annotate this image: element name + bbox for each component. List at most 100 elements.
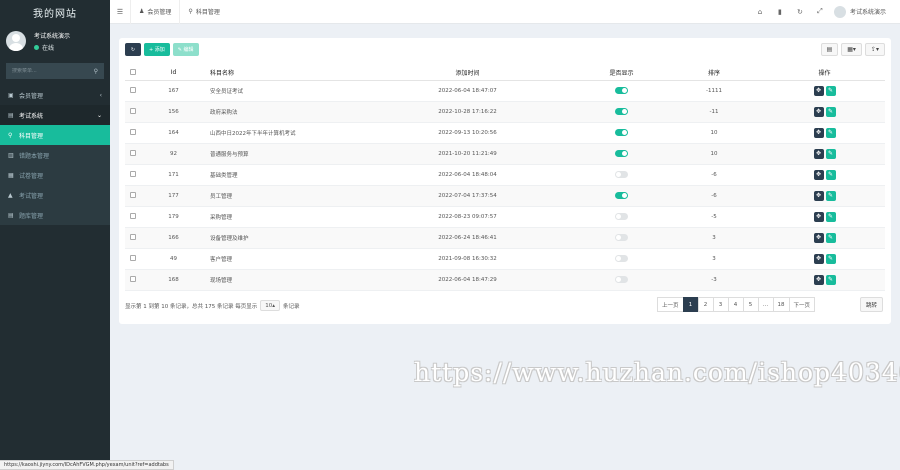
show-toggle[interactable] [615, 87, 628, 94]
drag-sort-icon[interactable]: ✥ [813, 169, 824, 180]
prev-page-button[interactable]: 上一页 [657, 297, 684, 312]
select-all-checkbox[interactable] [130, 69, 136, 76]
table-row[interactable]: 179 采购管理 2022-08-23 09:07:57 -5 ✥ ✎ [125, 206, 885, 228]
row-checkbox[interactable] [130, 213, 136, 220]
edit-icon[interactable]: ✎ [825, 85, 836, 96]
table-row[interactable]: 164 山西中日2022年下半年计算机考试 2022-09-13 10:20:56 1… [125, 122, 885, 144]
drag-sort-icon[interactable]: ✥ [813, 211, 824, 222]
map-marker-icon: ⚲ [188, 8, 193, 15]
jump-button[interactable]: 跳转 [860, 297, 884, 312]
table-row[interactable]: 177 员工管理 2022-07-04 17:37:54 -6 ✥ ✎ [125, 185, 885, 207]
edit-button[interactable]: ✎ 编辑 [172, 43, 199, 56]
edit-icon[interactable]: ✎ [825, 106, 836, 117]
table-row[interactable]: 171 基础类管理 2022-06-04 18:48:04 -6 ✥ ✎ [125, 164, 885, 186]
site-brand[interactable]: 我的网站 [0, 0, 110, 24]
table-toolbar: ↻ + 添加 ✎ 编辑 [125, 43, 199, 56]
row-checkbox[interactable] [130, 276, 136, 283]
page-5-button[interactable]: 5 [742, 297, 759, 312]
show-toggle[interactable] [615, 255, 628, 262]
chevron-left-icon: ‹ [99, 91, 102, 99]
drag-sort-icon[interactable]: ✥ [813, 106, 824, 117]
row-select-cell [125, 101, 141, 123]
trash-icon[interactable]: ▮ [770, 8, 790, 16]
refresh-button[interactable]: ↻ [125, 43, 141, 56]
row-checkbox[interactable] [130, 87, 136, 94]
row-checkbox[interactable] [130, 108, 136, 115]
sidebar-item-subjects[interactable]: ⚲ 科目管理 [0, 125, 110, 145]
drag-sort-icon[interactable]: ✥ [813, 253, 824, 264]
sidebar-item-papers[interactable]: ▦ 试卷管理 [0, 165, 110, 185]
page-4-button[interactable]: 4 [727, 297, 744, 312]
menu-toggle-icon[interactable]: ☰ [110, 8, 130, 16]
table-row[interactable]: 167 安全员证考试 2022-06-04 18:47:07 -1111 ✥ ✎ [125, 80, 885, 102]
edit-icon[interactable]: ✎ [825, 169, 836, 180]
col-id[interactable]: Id [141, 65, 206, 81]
drag-sort-icon[interactable]: ✥ [813, 190, 824, 201]
avatar [6, 31, 26, 51]
page-size-select[interactable]: 10 ▴ [260, 300, 281, 311]
page-18-button[interactable]: 18 [772, 297, 790, 312]
edit-icon[interactable]: ✎ [825, 211, 836, 222]
row-checkbox[interactable] [130, 150, 136, 157]
sidebar-item-members[interactable]: ▣ 会员管理 ‹ [0, 85, 110, 105]
drag-sort-icon[interactable]: ✥ [813, 85, 824, 96]
show-toggle[interactable] [615, 150, 628, 157]
user-icon: ♟ [139, 8, 145, 15]
show-toggle[interactable] [615, 129, 628, 136]
cell-show [579, 206, 664, 228]
table-row[interactable]: 156 政府采购法 2022-10-28 17:16:22 -11 ✥ ✎ [125, 101, 885, 123]
topbar-user[interactable]: 考试系统演示 [833, 5, 886, 18]
row-checkbox[interactable] [130, 234, 136, 241]
show-toggle[interactable] [615, 171, 628, 178]
col-time[interactable]: 添加时间 [356, 65, 579, 81]
tab-members[interactable]: ♟ 会员管理 [130, 0, 179, 24]
edit-icon[interactable]: ✎ [825, 127, 836, 138]
tab-subjects[interactable]: ⚲ 科目管理 [179, 0, 227, 24]
drag-sort-icon[interactable]: ✥ [813, 148, 824, 159]
table-row[interactable]: 49 客户管理 2021-09-08 16:30:32 3 ✥ ✎ [125, 248, 885, 270]
cell-time: 2022-06-04 18:48:04 [356, 164, 579, 186]
cell-id: 171 [141, 164, 206, 186]
edit-icon[interactable]: ✎ [825, 232, 836, 243]
row-checkbox[interactable] [130, 129, 136, 136]
search-icon[interactable]: ⚲ [94, 68, 98, 75]
sidebar-item-exams[interactable]: ▲ 考试管理 [0, 185, 110, 205]
page-1-button[interactable]: 1 [682, 297, 699, 312]
row-checkbox[interactable] [130, 255, 136, 262]
table-row[interactable]: 92 普通服务与预算 2021-10-20 11:21:49 10 ✥ ✎ [125, 143, 885, 165]
edit-icon[interactable]: ✎ [825, 253, 836, 264]
columns-button[interactable]: ▦▾ [841, 43, 862, 56]
drag-sort-icon[interactable]: ✥ [813, 274, 824, 285]
sidebar-item-exam-system[interactable]: ▤ 考试系统 ⌄ [0, 105, 110, 125]
table-row[interactable]: 166 设备管理及维护 2022-06-24 18:46:41 3 ✥ ✎ [125, 227, 885, 249]
show-toggle[interactable] [615, 276, 628, 283]
add-button[interactable]: + 添加 [144, 43, 170, 56]
drag-sort-icon[interactable]: ✥ [813, 232, 824, 243]
cell-ops: ✥ ✎ [764, 227, 885, 249]
sidebar-item-wrong-book[interactable]: ▥ 错题本管理 [0, 145, 110, 165]
drag-sort-icon[interactable]: ✥ [813, 127, 824, 138]
edit-icon[interactable]: ✎ [825, 274, 836, 285]
show-toggle[interactable] [615, 213, 628, 220]
table-row[interactable]: 168 现场管理 2022-06-04 18:47:29 -3 ✥ ✎ [125, 269, 885, 291]
page-2-button[interactable]: 2 [697, 297, 714, 312]
col-name[interactable]: 科目名称 [206, 65, 356, 81]
next-page-button[interactable]: 下一页 [788, 297, 816, 312]
page-3-button[interactable]: 3 [712, 297, 729, 312]
row-checkbox[interactable] [130, 171, 136, 178]
show-toggle[interactable] [615, 234, 628, 241]
card-view-button[interactable]: ▤ [820, 43, 839, 56]
home-icon[interactable]: ⌂ [750, 8, 770, 16]
fullscreen-icon[interactable]: ⤢ [810, 7, 830, 16]
export-button[interactable]: ⇪▾ [864, 43, 885, 56]
col-show[interactable]: 是否显示 [579, 65, 664, 81]
edit-icon[interactable]: ✎ [825, 148, 836, 159]
show-toggle[interactable] [615, 192, 628, 199]
row-checkbox[interactable] [130, 192, 136, 199]
col-sort[interactable]: 排序 [664, 65, 764, 81]
sidebar-item-question-bank[interactable]: ▤ 题库管理 [0, 205, 110, 225]
edit-icon[interactable]: ✎ [825, 190, 836, 201]
show-toggle[interactable] [615, 108, 628, 115]
menu-search-input[interactable] [12, 68, 82, 74]
refresh-icon[interactable]: ↻ [790, 8, 810, 16]
